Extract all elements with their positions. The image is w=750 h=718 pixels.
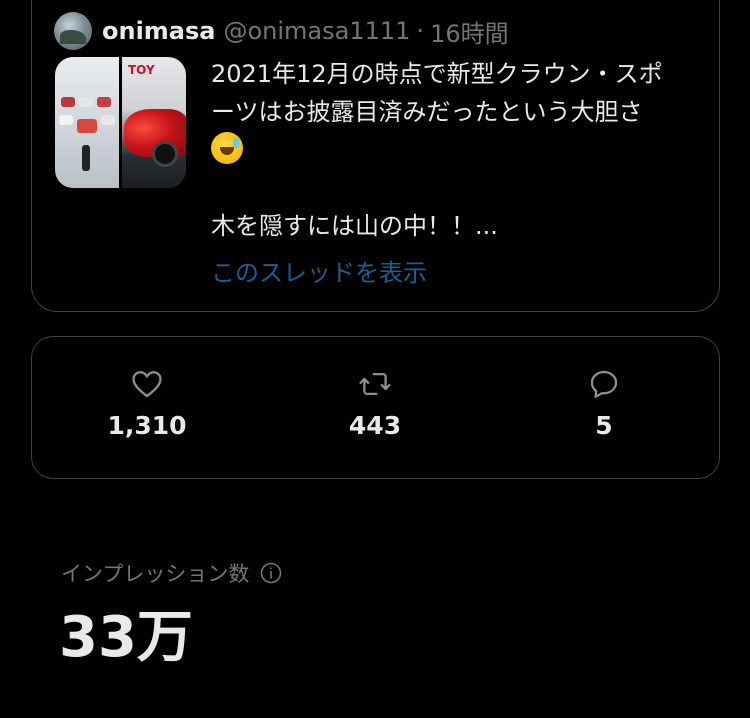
- info-icon[interactable]: [259, 561, 283, 585]
- display-name: onimasa: [102, 17, 216, 45]
- user-handle: @onimasa1111: [223, 17, 411, 45]
- text-line-1: 2021年12月の時点で新型クラウン・スポ: [211, 60, 663, 88]
- separator-dot: ·: [416, 17, 425, 45]
- quoted-tweet-text: 2021年12月の時点で新型クラウン・スポ ーツはお披露目済みだったという大胆さ…: [211, 55, 701, 245]
- engagement-stats-card: 1,310 443 5: [31, 336, 720, 479]
- showroom-photo: [55, 57, 119, 188]
- text-line-2: ーツはお披露目済みだったという大胆さ: [211, 98, 643, 126]
- presenter-figure: [82, 145, 90, 171]
- impressions-label-row: インプレッション数: [61, 558, 283, 588]
- retweet-count: 443: [348, 411, 402, 440]
- quoted-tweet-thumbnail[interactable]: TOY: [55, 57, 186, 188]
- like-stat[interactable]: 1,310: [67, 367, 227, 440]
- reply-stat[interactable]: 5: [524, 367, 684, 440]
- timestamp: 16時間: [430, 19, 509, 48]
- reply-icon[interactable]: [587, 367, 621, 401]
- quoted-tweet-author-row: onimasa @onimasa1111 · 16時間: [54, 11, 509, 51]
- heart-icon[interactable]: [130, 367, 164, 401]
- rolling-on-floor-laughing-emoji-icon: [211, 132, 243, 164]
- impressions-label: インプレッション数: [61, 562, 250, 586]
- car-wheel: [152, 141, 178, 167]
- reply-count: 5: [595, 411, 613, 440]
- red-car-photo: TOY: [122, 57, 186, 188]
- show-thread-link[interactable]: このスレッドを表示: [211, 253, 427, 288]
- like-count: 1,310: [107, 411, 187, 440]
- quoted-tweet-card[interactable]: onimasa @onimasa1111 · 16時間 TOY 2021年12月…: [31, 0, 720, 312]
- text-line-4: 木を隠すには山の中！！...: [211, 212, 498, 240]
- avatar[interactable]: [54, 12, 92, 50]
- impressions-value: 33万: [59, 605, 193, 670]
- thumbnail-sign-text: TOY: [128, 63, 155, 77]
- retweet-icon[interactable]: [358, 367, 392, 401]
- retweet-stat[interactable]: 443: [295, 367, 455, 440]
